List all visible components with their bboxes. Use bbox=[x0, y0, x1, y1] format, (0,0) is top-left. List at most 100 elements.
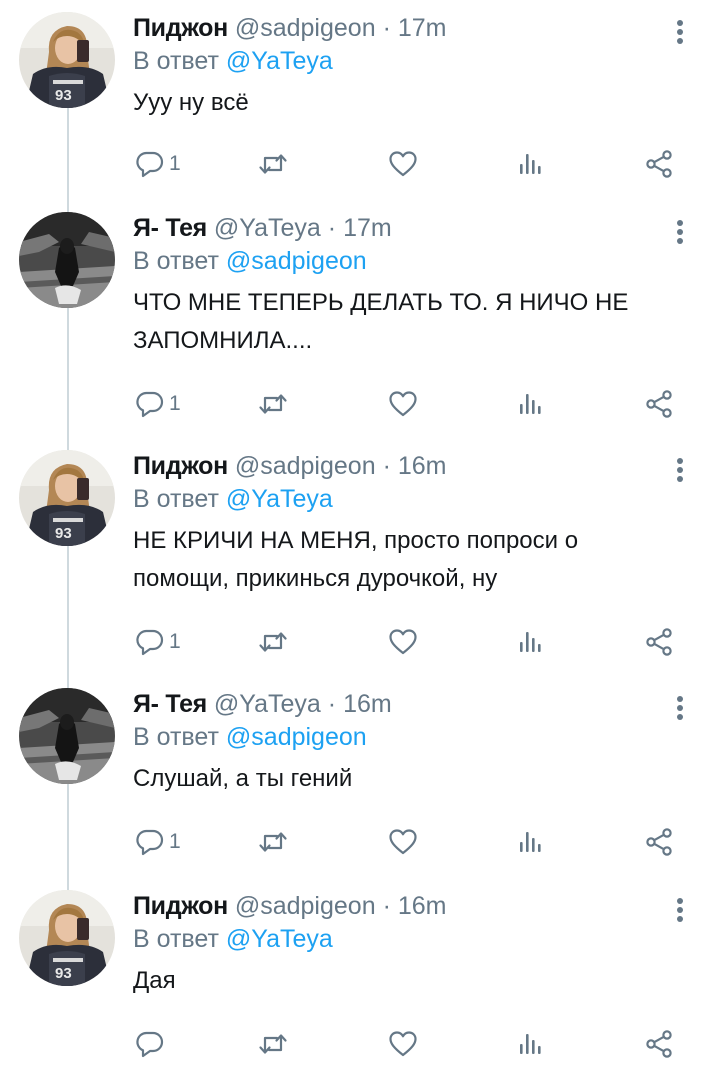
timestamp[interactable]: 17m bbox=[343, 214, 392, 242]
replying-to: В ответ @YaTeya bbox=[133, 923, 333, 955]
avatar[interactable] bbox=[19, 688, 115, 784]
share-icon bbox=[643, 1028, 675, 1060]
replying-to: В ответ @YaTeya bbox=[133, 483, 333, 515]
avatar[interactable] bbox=[19, 450, 115, 546]
reply-prefix: В ответ bbox=[133, 47, 219, 75]
separator: · bbox=[382, 452, 391, 480]
tweet-header: Я- Тея @YaTeya · 16m bbox=[133, 688, 392, 720]
reply-icon bbox=[134, 626, 166, 658]
analytics-icon bbox=[515, 1028, 547, 1060]
author-name[interactable]: Пиджон bbox=[133, 892, 228, 920]
reply-button[interactable]: 1 bbox=[134, 622, 181, 662]
reply-button[interactable]: 1 bbox=[134, 822, 181, 862]
separator: · bbox=[382, 14, 391, 42]
timestamp[interactable]: 16m bbox=[398, 452, 447, 480]
tweet-actions: 1 bbox=[0, 144, 720, 184]
reply-mention-link[interactable]: @sadpigeon bbox=[226, 723, 367, 751]
pigeon-avatar-image bbox=[19, 450, 115, 546]
like-button[interactable] bbox=[387, 384, 419, 424]
author-handle[interactable]: @YaTeya bbox=[214, 214, 321, 242]
reply-mention-link[interactable]: @YaTeya bbox=[226, 47, 333, 75]
retweet-button[interactable] bbox=[257, 822, 289, 862]
author-handle[interactable]: @sadpigeon bbox=[235, 14, 376, 42]
like-button[interactable] bbox=[387, 822, 419, 862]
analytics-button[interactable] bbox=[515, 622, 547, 662]
tweet-actions bbox=[0, 1024, 720, 1064]
reply-mention-link[interactable]: @sadpigeon bbox=[226, 247, 367, 275]
reply-button[interactable] bbox=[134, 1024, 169, 1064]
like-button[interactable] bbox=[387, 1024, 419, 1064]
pigeon-avatar-image bbox=[19, 890, 115, 986]
retweet-icon bbox=[257, 388, 289, 420]
timestamp[interactable]: 16m bbox=[398, 892, 447, 920]
reply-count: 1 bbox=[169, 392, 181, 415]
reply-prefix: В ответ bbox=[133, 247, 219, 275]
share-button[interactable] bbox=[643, 1024, 675, 1064]
teya-avatar-image bbox=[19, 688, 115, 784]
more-vertical-icon[interactable] bbox=[666, 692, 694, 724]
author-handle[interactable]: @sadpigeon bbox=[235, 452, 376, 480]
separator: · bbox=[327, 690, 337, 718]
tweet-actions: 1 bbox=[0, 384, 720, 424]
author-name[interactable]: Пиджон bbox=[133, 452, 228, 480]
more-vertical-icon[interactable] bbox=[666, 16, 694, 48]
retweet-button[interactable] bbox=[257, 384, 289, 424]
more-vertical-icon[interactable] bbox=[666, 216, 694, 248]
share-button[interactable] bbox=[643, 384, 675, 424]
more-vertical-icon[interactable] bbox=[666, 894, 694, 926]
more-vertical-icon[interactable] bbox=[666, 454, 694, 486]
pigeon-avatar-image bbox=[19, 12, 115, 108]
reply-button[interactable]: 1 bbox=[134, 384, 181, 424]
reply-button[interactable]: 1 bbox=[134, 144, 181, 184]
tweet-actions: 1 bbox=[0, 822, 720, 862]
avatar[interactable] bbox=[19, 212, 115, 308]
like-button[interactable] bbox=[387, 144, 419, 184]
retweet-button[interactable] bbox=[257, 144, 289, 184]
author-handle[interactable]: @sadpigeon bbox=[235, 892, 376, 920]
author-name[interactable]: Пиджон bbox=[133, 14, 228, 42]
like-button[interactable] bbox=[387, 622, 419, 662]
timestamp[interactable]: 16m bbox=[343, 690, 392, 718]
replying-to: В ответ @sadpigeon bbox=[133, 245, 367, 277]
retweet-icon bbox=[257, 148, 289, 180]
author-name[interactable]: Я- Тея bbox=[133, 214, 207, 242]
analytics-icon bbox=[515, 148, 547, 180]
reply-mention-link[interactable]: @YaTeya bbox=[226, 925, 333, 953]
retweet-icon bbox=[257, 626, 289, 658]
tweet-text: Ууу ну всё bbox=[133, 89, 249, 116]
analytics-button[interactable] bbox=[515, 1024, 547, 1064]
reply-icon bbox=[134, 388, 166, 420]
tweet-header: Я- Тея @YaTeya · 17m bbox=[133, 212, 392, 244]
tweet-header: Пиджон @sadpigeon · 17m bbox=[133, 12, 446, 44]
reply-prefix: В ответ bbox=[133, 723, 219, 751]
avatar[interactable] bbox=[19, 890, 115, 986]
analytics-icon bbox=[515, 388, 547, 420]
author-handle[interactable]: @YaTeya bbox=[214, 690, 321, 718]
separator: · bbox=[327, 214, 337, 242]
tweet-text: Дая bbox=[133, 967, 176, 994]
analytics-button[interactable] bbox=[515, 384, 547, 424]
analytics-button[interactable] bbox=[515, 822, 547, 862]
share-icon bbox=[643, 148, 675, 180]
share-icon bbox=[643, 626, 675, 658]
share-icon bbox=[643, 826, 675, 858]
like-icon bbox=[387, 388, 419, 420]
reply-count: 1 bbox=[169, 830, 181, 853]
replying-to: В ответ @YaTeya bbox=[133, 45, 333, 77]
timestamp[interactable]: 17m bbox=[398, 14, 447, 42]
reply-icon bbox=[134, 148, 166, 180]
tweet-text: НЕ КРИЧИ НА МЕНЯ, просто попроси о помощ… bbox=[133, 527, 579, 592]
avatar[interactable] bbox=[19, 12, 115, 108]
retweet-button[interactable] bbox=[257, 622, 289, 662]
reply-mention-link[interactable]: @YaTeya bbox=[226, 485, 333, 513]
retweet-button[interactable] bbox=[257, 1024, 289, 1064]
author-name[interactable]: Я- Тея bbox=[133, 690, 207, 718]
analytics-button[interactable] bbox=[515, 144, 547, 184]
share-button[interactable] bbox=[643, 144, 675, 184]
tweet-text: Слушай, а ты гений bbox=[133, 765, 353, 792]
reply-icon bbox=[134, 1028, 166, 1060]
like-icon bbox=[387, 826, 419, 858]
share-button[interactable] bbox=[643, 622, 675, 662]
retweet-icon bbox=[257, 826, 289, 858]
share-button[interactable] bbox=[643, 822, 675, 862]
